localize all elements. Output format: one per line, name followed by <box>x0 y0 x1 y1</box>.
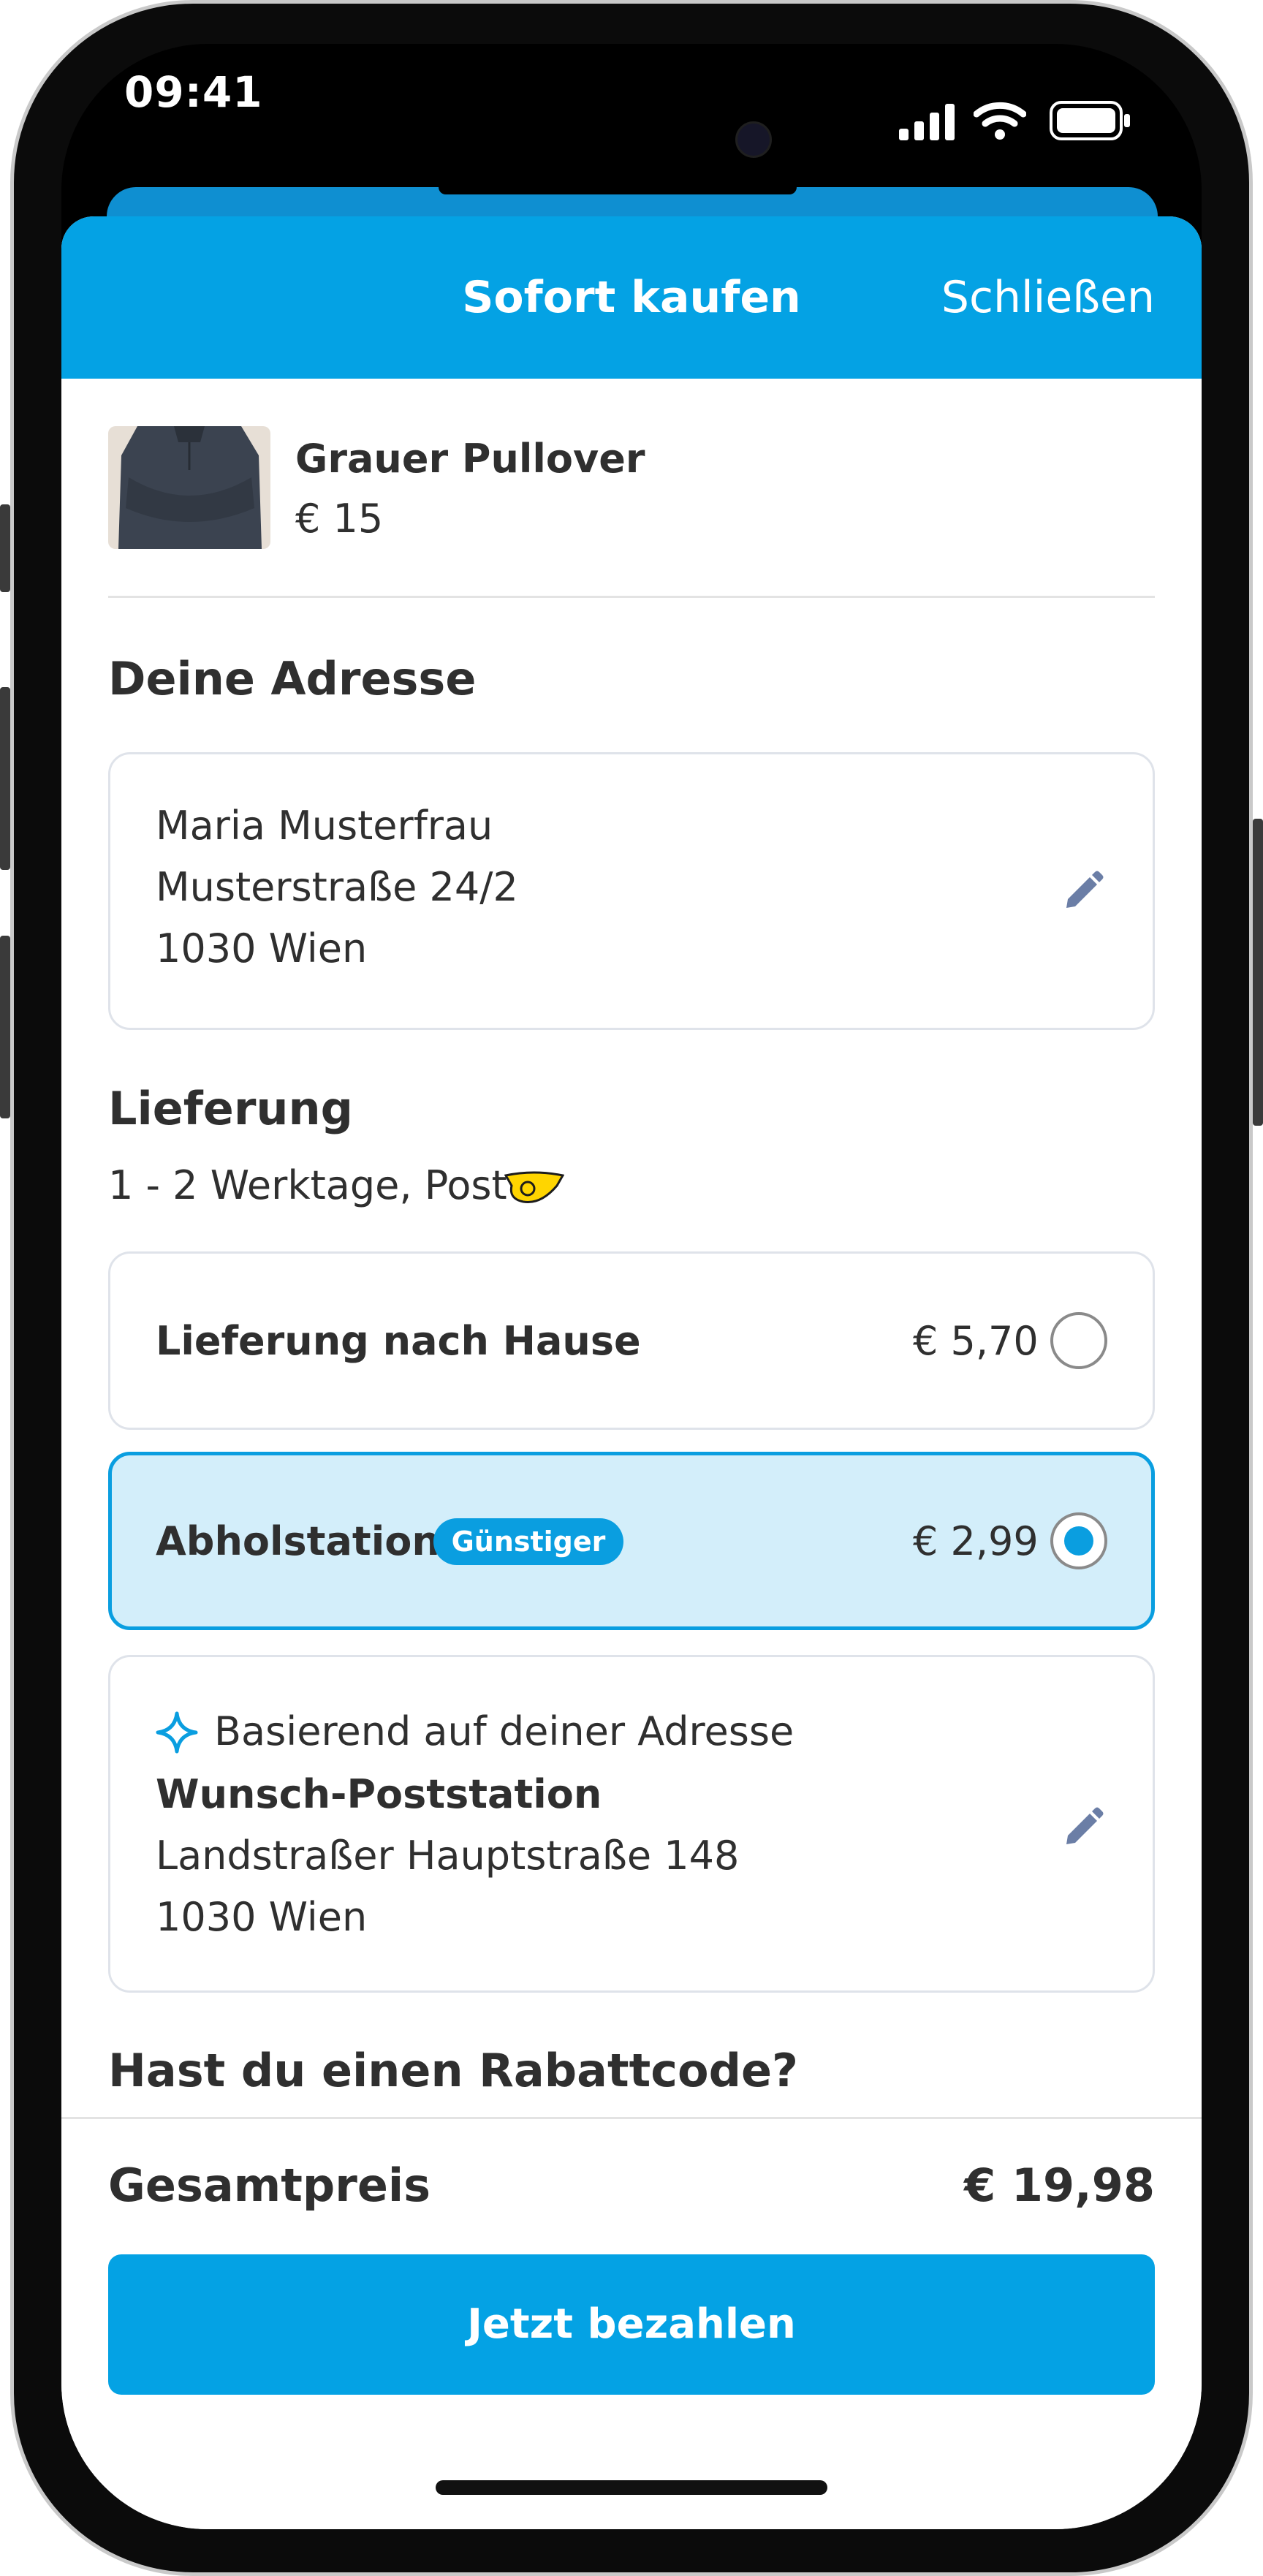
divider <box>108 596 1155 598</box>
status-time: 09:41 <box>124 67 263 117</box>
address-line-name: Maria Musterfrau <box>156 803 493 849</box>
volume-up-button <box>0 687 10 870</box>
product-price: € 15 <box>295 496 384 542</box>
address-heading: Deine Adresse <box>108 652 477 705</box>
pickup-station-city: 1030 Wien <box>156 1894 368 1940</box>
total-value: € 19,98 <box>964 2159 1155 2212</box>
pickup-station-street: Landstraßer Hauptstraße 148 <box>156 1833 740 1879</box>
product-name: Grauer Pullover <box>295 436 645 482</box>
mute-switch <box>0 504 10 592</box>
delivery-heading: Lieferung <box>108 1082 354 1135</box>
option-pickup-label: Abholstation <box>156 1518 440 1564</box>
pickup-station-card[interactable]: Basierend auf deiner Adresse Wunsch-Post… <box>108 1655 1155 1993</box>
discount-heading[interactable]: Hast du einen Rabattcode? <box>108 2044 798 2097</box>
pay-now-button[interactable]: Jetzt bezahlen <box>108 2254 1155 2395</box>
home-indicator[interactable] <box>436 2480 827 2495</box>
total-label: Gesamtpreis <box>108 2159 431 2212</box>
battery-icon <box>1050 101 1130 140</box>
dynamic-island <box>439 187 797 194</box>
delivery-option-pickup[interactable]: Abholstation Günstiger € 2,99 <box>108 1452 1155 1630</box>
address-line-street: Musterstraße 24/2 <box>156 864 518 910</box>
radio-home[interactable] <box>1050 1312 1107 1369</box>
delivery-option-home[interactable]: Lieferung nach Hause € 5,70 <box>108 1251 1155 1430</box>
cheaper-badge: Günstiger <box>433 1518 623 1565</box>
address-card[interactable]: Maria Musterfrau Musterstraße 24/2 1030 … <box>108 752 1155 1030</box>
product-image <box>108 426 270 549</box>
sparkle-icon <box>156 1711 198 1754</box>
signal-icon <box>899 104 955 140</box>
checkout-sheet: Sofort kaufen Schließen Grauer Pullover … <box>61 216 1202 2529</box>
sheet-header: Sofort kaufen Schließen <box>61 216 1202 379</box>
radio-pickup[interactable] <box>1050 1512 1107 1569</box>
post-horn-icon <box>504 1171 564 1204</box>
close-button[interactable]: Schließen <box>941 216 1155 379</box>
radio-selected-dot <box>1064 1526 1093 1556</box>
pickup-station-name: Wunsch-Poststation <box>156 1771 602 1817</box>
edit-icon[interactable] <box>1061 1806 1104 1850</box>
option-home-label: Lieferung nach Hause <box>156 1318 641 1364</box>
edit-icon[interactable] <box>1061 870 1104 914</box>
front-camera <box>735 121 772 158</box>
pickup-hint: Basierend auf deiner Adresse <box>214 1708 794 1754</box>
option-home-price: € 5,70 <box>913 1318 1039 1364</box>
power-button <box>1253 819 1263 1126</box>
option-pickup-price: € 2,99 <box>913 1518 1039 1564</box>
wifi-icon <box>974 102 1026 140</box>
volume-down-button <box>0 936 10 1118</box>
delivery-subtitle: 1 - 2 Werktage, Post <box>108 1162 507 1208</box>
address-line-city: 1030 Wien <box>156 925 368 971</box>
